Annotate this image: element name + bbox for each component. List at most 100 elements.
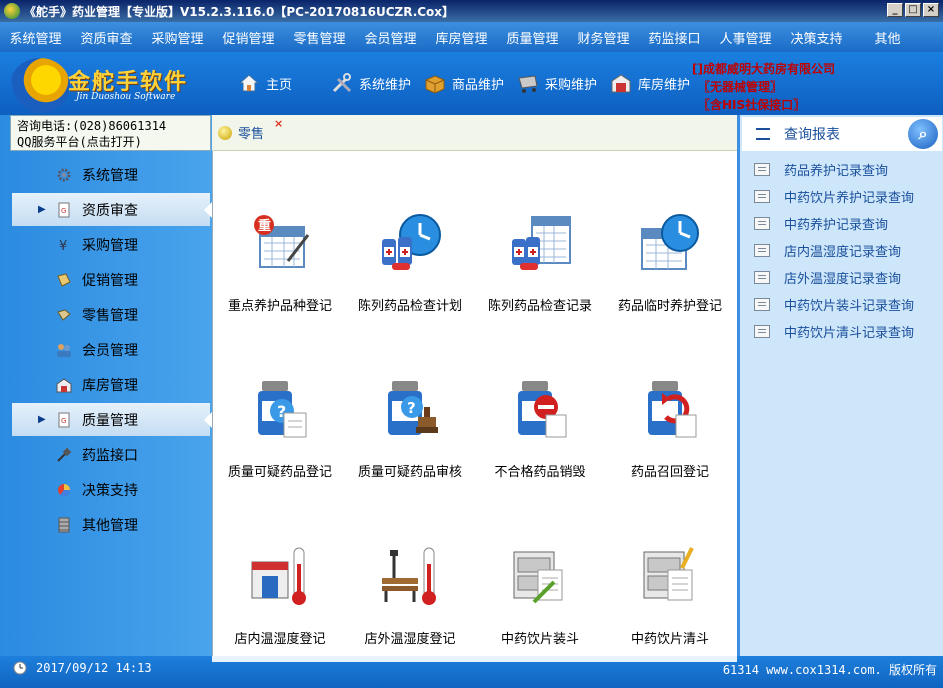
- close-button[interactable]: ×: [923, 3, 939, 17]
- sidebar-item-other[interactable]: 其他管理: [12, 508, 210, 541]
- report-icon: [754, 244, 770, 257]
- query-item-herb-maintenance[interactable]: 中药饮片养护记录查询: [754, 187, 914, 206]
- menu-hr[interactable]: 人事管理: [710, 28, 781, 47]
- document-icon: G: [58, 202, 70, 217]
- gear-icon: [57, 168, 71, 181]
- sidebar-item-decision[interactable]: 决策支持: [12, 473, 210, 506]
- menu-other[interactable]: 其他: [852, 28, 923, 47]
- query-item-herb-fill[interactable]: 中药饮片装斗记录查询: [754, 295, 914, 314]
- sidebar-item-regulatory[interactable]: 药监接口: [12, 438, 210, 471]
- window-titlebar: 《舵手》药业管理【专业版】V15.2.3.116.0【PC-20170816UC…: [0, 0, 943, 22]
- query-item-label: 店外温湿度记录查询: [784, 272, 902, 287]
- tile-indoor-temp-humidity[interactable]: 店内温湿度登记: [215, 544, 345, 654]
- bottle-question-icon: ?: [258, 381, 307, 438]
- tile-herb-fill[interactable]: 中药饮片装斗: [475, 544, 605, 654]
- tile-unqualified-destroy[interactable]: 不合格药品销毁: [475, 377, 605, 487]
- sidebar-item-purchase[interactable]: ¥ 采购管理: [12, 228, 210, 261]
- query-item-indoor-temp[interactable]: 店内温湿度记录查询: [754, 241, 901, 260]
- tile-label: 陈列药品检查记录: [487, 299, 592, 314]
- report-icon: [754, 325, 770, 338]
- contact-qq-link[interactable]: QQ服务平台(点击打开): [17, 134, 204, 150]
- menu-purchase[interactable]: 采购管理: [142, 28, 213, 47]
- company-info: []成都威明大药房有限公司 〖无器械管理〗 〖含HIS社保接口〗: [692, 60, 835, 114]
- menu-regulatory[interactable]: 药监接口: [639, 28, 710, 47]
- toolbar-purchase-label: 采购维护: [545, 77, 598, 93]
- sidebar-item-label: 其他管理: [82, 517, 138, 534]
- search-icon[interactable]: ⌕: [908, 119, 938, 149]
- svg-text:¥: ¥: [59, 239, 67, 253]
- sidebar-item-member[interactable]: 会员管理: [12, 333, 210, 366]
- toolbar-system-maintenance[interactable]: 系统维护: [331, 72, 411, 94]
- menu-warehouse[interactable]: 库房管理: [426, 28, 497, 47]
- list-icon: [756, 128, 770, 140]
- warehouse-icon: [611, 74, 631, 93]
- menu-promotion[interactable]: 促销管理: [213, 28, 284, 47]
- tab-retail[interactable]: 零售: [218, 123, 264, 142]
- sidebar-item-label: 系统管理: [82, 167, 138, 184]
- toolbar-warehouse-maintenance[interactable]: 库房维护: [610, 72, 690, 94]
- toolbar-purchase-maintenance[interactable]: 采购维护: [517, 72, 597, 94]
- tile-label: 店内温湿度登记: [234, 632, 326, 647]
- tab-bar: 零售 ×: [212, 115, 737, 151]
- tile-drug-recall[interactable]: 药品召回登记: [605, 377, 735, 487]
- toolbar-goods-label: 商品维护: [452, 77, 505, 93]
- sidebar-item-system[interactable]: 系统管理: [12, 158, 210, 191]
- menu-finance[interactable]: 财务管理: [568, 28, 639, 47]
- tile-key-maintenance-register[interactable]: 重 重点养护品种登记: [215, 211, 345, 321]
- sidebar-item-qualification[interactable]: ▶ G 资质审查: [12, 193, 212, 226]
- tile-display-check-record[interactable]: 陈列药品检查记录: [475, 211, 605, 321]
- sidebar-item-label: 决策支持: [82, 482, 138, 499]
- sidebar-item-quality[interactable]: ▶ G 质量管理: [12, 403, 212, 436]
- svg-text:重: 重: [258, 218, 271, 234]
- query-item-drug-maintenance[interactable]: 药品养护记录查询: [754, 160, 888, 179]
- menu-system[interactable]: 系统管理: [0, 28, 71, 47]
- query-panel: 查询报表 ⌕ 药品养护记录查询 中药饮片养护记录查询 中药养护记录查询 店内温湿…: [737, 115, 943, 656]
- maximize-button[interactable]: □: [905, 3, 921, 17]
- minimize-button[interactable]: _: [887, 3, 903, 17]
- box-icon: [425, 75, 445, 94]
- query-item-herb-clear[interactable]: 中药饮片清斗记录查询: [754, 322, 914, 341]
- toolbar-home[interactable]: 主页: [238, 72, 292, 94]
- menu-decision[interactable]: 决策支持: [781, 28, 852, 47]
- cabinet-icon: [58, 517, 70, 532]
- tile-display-check-plan[interactable]: 陈列药品检查计划: [345, 211, 475, 321]
- menu-member[interactable]: 会员管理: [355, 28, 426, 47]
- tab-close-icon[interactable]: ×: [274, 117, 283, 130]
- query-item-tcm-maintenance[interactable]: 中药养护记录查询: [754, 214, 888, 233]
- sidebar-item-promotion[interactable]: 促销管理: [12, 263, 210, 296]
- sidebar-item-warehouse[interactable]: 库房管理: [12, 368, 210, 401]
- tile-outdoor-temp-humidity[interactable]: 店外温湿度登记: [345, 544, 475, 654]
- store-thermometer-icon: [251, 547, 306, 605]
- toolbar-home-label: 主页: [266, 77, 293, 93]
- report-icon: [754, 163, 770, 176]
- expand-arrow-icon: ▶: [38, 414, 46, 425]
- menu-quality[interactable]: 质量管理: [497, 28, 568, 47]
- status-copyright: 61314 www.cox1314.com. 版权所有: [722, 663, 937, 677]
- logo-subtitle: Jin Duoshou Software: [76, 92, 176, 102]
- sidebar-item-retail[interactable]: 零售管理: [12, 298, 210, 331]
- tools-icon: [332, 73, 352, 93]
- tile-herb-clear[interactable]: 中药饮片清斗: [605, 544, 735, 654]
- query-item-label: 店内温湿度记录查询: [784, 245, 902, 260]
- query-item-outdoor-temp[interactable]: 店外温湿度记录查询: [754, 268, 901, 287]
- toolbar-goods-maintenance[interactable]: 商品维护: [424, 72, 504, 94]
- tab-icon: [218, 125, 232, 140]
- company-his-note: 〖含HIS社保接口〗: [698, 98, 806, 112]
- plug-icon: [57, 447, 72, 462]
- function-grid: 重 重点养护品种登记 陈列药品检查计划 陈列药品检查记录 药品临时养护登记 ? …: [212, 151, 737, 656]
- status-bar: 2017/09/12 14:13 61314 www.cox1314.com. …: [0, 656, 943, 688]
- menu-qualification[interactable]: 资质审查: [71, 28, 142, 47]
- retail-icon: [57, 308, 71, 321]
- home-icon: [238, 74, 260, 92]
- expand-arrow-icon: ▶: [38, 204, 46, 215]
- report-icon: [754, 217, 770, 230]
- contact-box[interactable]: 咨询电话:(028)86061314 QQ服务平台(点击打开): [10, 115, 211, 151]
- sidebar-item-label: 采购管理: [82, 237, 138, 254]
- tile-suspicious-drug-audit[interactable]: ? 质量可疑药品审核: [345, 377, 475, 487]
- query-item-label: 中药饮片装斗记录查询: [784, 299, 915, 314]
- menu-retail[interactable]: 零售管理: [284, 28, 355, 47]
- tile-temporary-maintenance[interactable]: 药品临时养护登记: [605, 211, 735, 321]
- status-datetime-text: 2017/09/12 14:13: [36, 661, 152, 675]
- tile-suspicious-drug-register[interactable]: ? 质量可疑药品登记: [215, 377, 345, 487]
- calendar-clock-icon: [641, 214, 699, 270]
